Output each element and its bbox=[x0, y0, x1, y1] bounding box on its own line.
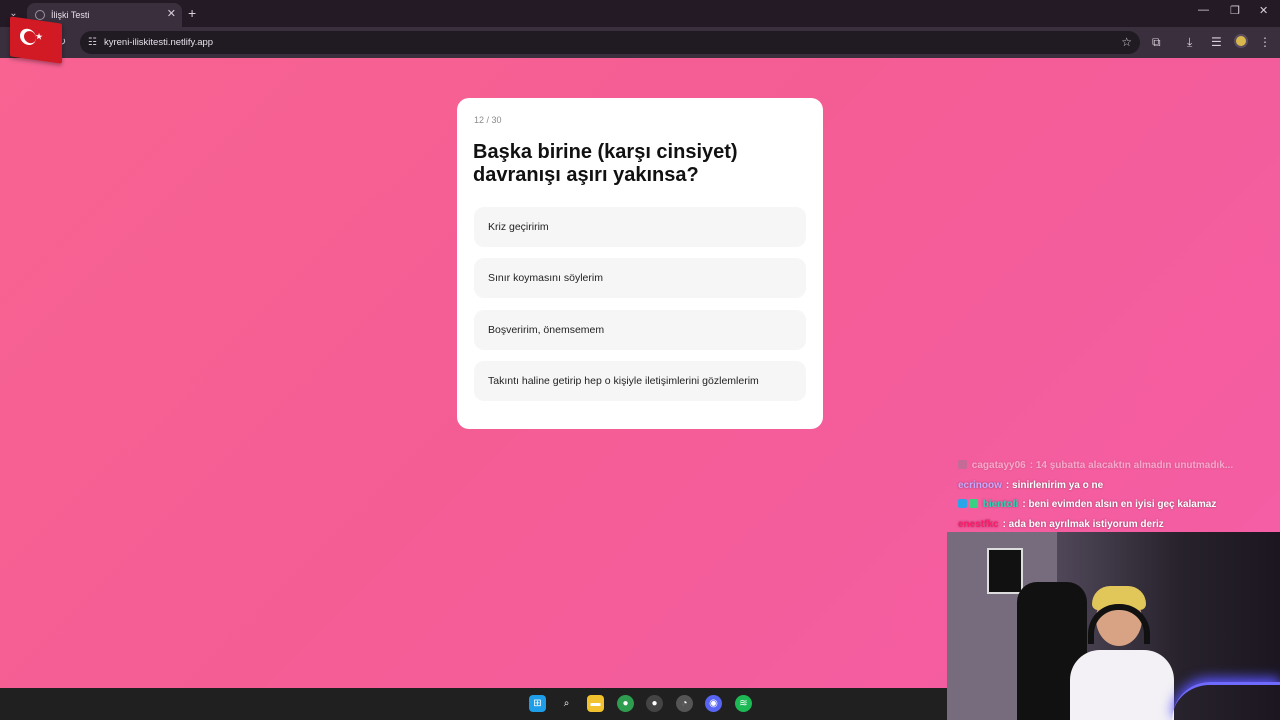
chrome-active-icon[interactable]: ● bbox=[646, 695, 663, 712]
tab-title: İlişki Testi bbox=[51, 10, 90, 20]
flag-crescent-icon bbox=[20, 27, 36, 46]
downloads-icon[interactable]: ⤓ bbox=[1187, 35, 1192, 50]
window-minimize-icon[interactable]: — bbox=[1198, 4, 1209, 16]
site-info-icon[interactable]: ☷ bbox=[88, 37, 97, 48]
answer-option-3[interactable]: Boşveririm, önemsemem bbox=[474, 310, 806, 350]
answer-option-2[interactable]: Sınır koymasını söylerim bbox=[474, 258, 806, 298]
chat-username: cagatayy06 bbox=[971, 460, 1026, 471]
window-restore-icon[interactable]: ❐ bbox=[1230, 4, 1240, 17]
browser-menu-icon[interactable]: ⋮ bbox=[1259, 35, 1271, 49]
webcam-streamer bbox=[1070, 586, 1174, 720]
url-text: kyreni-iliskitesti.netlify.app bbox=[103, 37, 214, 48]
chat-username: enestfkc bbox=[958, 518, 999, 530]
answer-option-1[interactable]: Kriz geçiririm bbox=[474, 207, 806, 247]
chat-text: : 14 şubatta alacaktın almadın unutmadık… bbox=[1029, 460, 1234, 471]
window-close-icon[interactable]: ✕ bbox=[1259, 4, 1268, 17]
file-explorer-icon[interactable]: ▬ bbox=[587, 695, 604, 712]
turkish-flag-overlay-icon: ★ bbox=[10, 16, 62, 64]
chrome-icon[interactable]: ● bbox=[617, 695, 634, 712]
chat-badge-icon bbox=[958, 460, 967, 469]
windows-taskbar: ⊞ ⌕ ▬ ● ● ◔ ◉ ≋ bbox=[0, 688, 947, 720]
chat-message: ecrinoow: sinirlenirim ya o ne bbox=[958, 476, 1278, 496]
browser-toolbar: ↻ ☷ kyreni-iliskitesti.netlify.app ☆ ⧉ ⤓… bbox=[0, 27, 1280, 58]
chat-text: : beni evimden alsın en iyisi geç kalama… bbox=[1022, 499, 1217, 510]
bookmark-star-icon[interactable]: ☆ bbox=[1121, 35, 1132, 49]
stream-chat-overlay: cagatayy06: 14 şubatta alacaktın almadın… bbox=[958, 456, 1278, 534]
new-tab-plus-icon[interactable]: + bbox=[188, 5, 196, 21]
spotify-icon[interactable]: ≋ bbox=[735, 695, 752, 712]
tab-favicon-icon bbox=[35, 10, 45, 20]
streamer-webcam bbox=[947, 532, 1280, 720]
media-controls-icon[interactable]: ☰ bbox=[1211, 35, 1222, 49]
quiz-question: Başka birine (karşı cinsiyet) davranışı … bbox=[473, 141, 738, 186]
chat-message: cagatayy06: 14 şubatta alacaktın almadın… bbox=[958, 456, 1278, 476]
chat-message: bientoli: beni evimden alsın en iyisi ge… bbox=[958, 495, 1278, 515]
chat-username: ecrinoow bbox=[958, 479, 1002, 491]
webcam-shirt bbox=[1070, 650, 1174, 720]
chat-username: bientoli bbox=[982, 499, 1019, 510]
chat-text: : sinirlenirim ya o ne bbox=[1005, 479, 1104, 491]
discord-icon[interactable]: ◉ bbox=[705, 695, 722, 712]
chat-badge-icon bbox=[969, 499, 978, 508]
profile-avatar[interactable] bbox=[1234, 34, 1248, 48]
answer-option-4[interactable]: Takıntı haline getirip hep o kişiyle ile… bbox=[474, 361, 806, 401]
extensions-puzzle-icon[interactable]: ⧉ bbox=[1152, 35, 1161, 50]
tab-close-icon[interactable]: ✕ bbox=[167, 7, 176, 20]
webcam-poster bbox=[987, 548, 1023, 594]
windows-start-icon[interactable]: ⊞ bbox=[529, 695, 546, 712]
address-bar[interactable]: ☷ kyreni-iliskitesti.netlify.app ☆ bbox=[80, 31, 1140, 54]
quiz-card: 12 / 30 Başka birine (karşı cinsiyet) da… bbox=[457, 98, 823, 429]
chat-text: : ada ben ayrılmak istiyorum deriz bbox=[1002, 518, 1164, 530]
search-icon[interactable]: ⌕ bbox=[558, 695, 575, 712]
chat-badge-icon bbox=[958, 499, 967, 508]
browser-tab-strip: ⌄ İlişki Testi ✕ + — ❐ ✕ bbox=[0, 0, 1280, 27]
quiz-progress: 12 / 30 bbox=[474, 115, 502, 125]
webcam-neon-light bbox=[1172, 682, 1280, 720]
obs-icon[interactable]: ◔ bbox=[676, 695, 693, 712]
flag-star-icon: ★ bbox=[35, 30, 44, 42]
